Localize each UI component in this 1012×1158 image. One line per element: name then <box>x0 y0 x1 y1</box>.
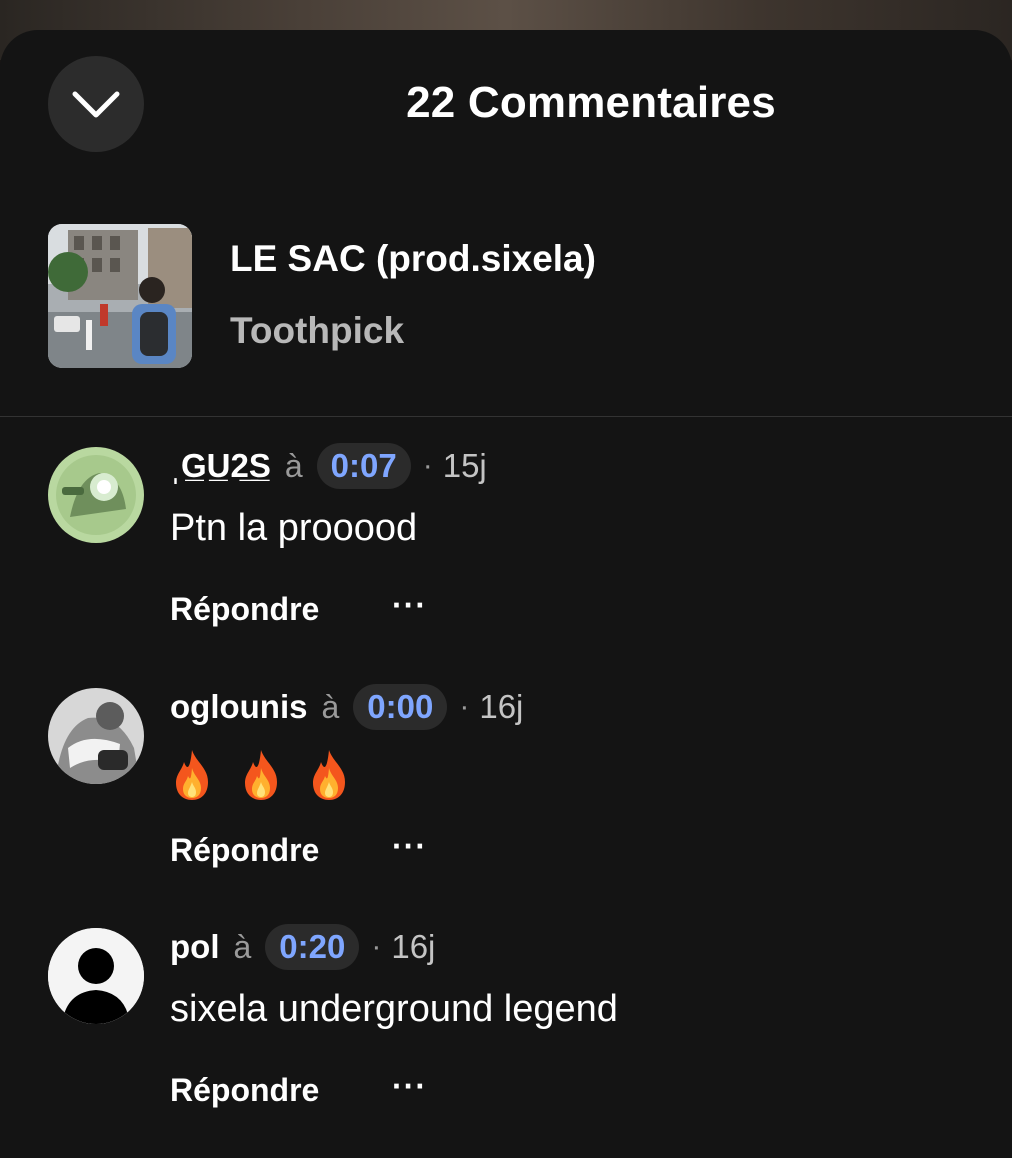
more-options-button[interactable]: ··· <box>392 587 427 624</box>
comment-text: Ptn la prooood <box>170 507 418 549</box>
avatar[interactable] <box>48 688 144 784</box>
more-horizontal-icon: ··· <box>392 587 427 623</box>
comment-age: 15j <box>442 447 487 484</box>
reply-button[interactable]: Répondre <box>170 832 319 869</box>
sheet-title: 22 Commentaires <box>406 78 776 127</box>
comment-age: 16j <box>479 688 524 725</box>
comment-meta: pol à 0:20 · 16j <box>170 922 435 972</box>
fire-emoji <box>176 750 208 800</box>
at-label: à <box>321 688 340 725</box>
more-horizontal-icon: ··· <box>392 1068 427 1104</box>
comment-text: sixela underground legend <box>170 988 618 1030</box>
comment-text <box>170 748 365 802</box>
separator-dot: · <box>422 449 433 482</box>
track-info[interactable]: LE SAC (prod.sixela) Toothpick <box>48 224 972 374</box>
avatar[interactable] <box>48 928 144 1024</box>
comment-item: ˌG̲U̲2̲S̲ à 0:07 · 15j Ptn la prooood Ré… <box>48 443 972 647</box>
comment-username[interactable]: pol <box>170 928 219 966</box>
more-options-button[interactable]: ··· <box>392 1068 427 1105</box>
fire-emoji <box>313 750 346 800</box>
comment-username[interactable]: oglounis <box>170 688 307 726</box>
comment-item: pol à 0:20 · 16j sixela underground lege… <box>48 924 972 1128</box>
more-options-button[interactable]: ··· <box>392 828 427 865</box>
avatar[interactable] <box>48 447 144 543</box>
comment-username[interactable]: ˌG̲U̲2̲S̲ <box>170 447 271 485</box>
comments-sheet: 22 Commentaires LE SAC (prod.sixela) Too… <box>0 30 1012 1158</box>
comment-item: oglounis à 0:00 · 16j Répondre ··· <box>48 684 972 888</box>
more-horizontal-icon: ··· <box>392 828 427 864</box>
comment-timestamp-chip[interactable]: 0:20 <box>265 924 360 970</box>
reply-button[interactable]: Répondre <box>170 1072 319 1109</box>
track-title: LE SAC (prod.sixela) <box>230 238 596 279</box>
separator-dot: · <box>371 930 382 963</box>
comment-meta: ˌG̲U̲2̲S̲ à 0:07 · 15j <box>170 441 487 491</box>
reply-button[interactable]: Répondre <box>170 591 319 628</box>
comment-meta: oglounis à 0:00 · 16j <box>170 682 523 732</box>
comment-timestamp-chip[interactable]: 0:07 <box>316 443 411 489</box>
fire-emoji <box>244 750 277 800</box>
at-label: à <box>284 447 303 484</box>
track-artist[interactable]: Toothpick <box>230 310 404 352</box>
comment-timestamp-chip[interactable]: 0:00 <box>353 684 448 730</box>
track-cover-image <box>48 224 192 368</box>
at-label: à <box>233 928 252 965</box>
comment-age: 16j <box>391 928 436 965</box>
divider <box>0 416 1012 417</box>
separator-dot: · <box>459 690 470 723</box>
